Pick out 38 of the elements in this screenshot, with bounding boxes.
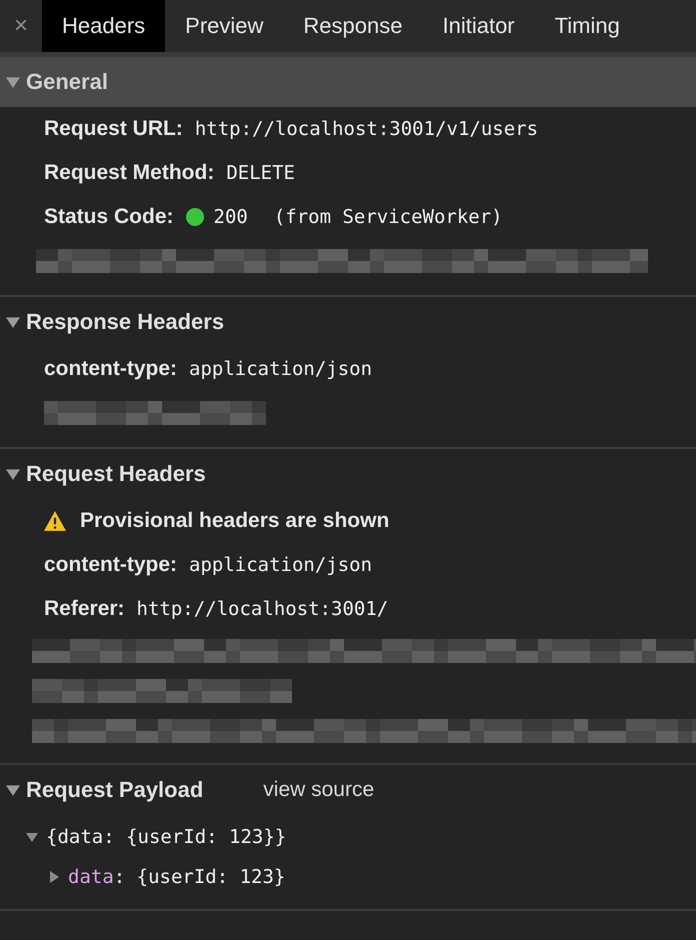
tab[interactable]: Initiator [422,0,535,52]
payload-value: : {userId: 123} [114,866,286,888]
header-name: Status Code: [44,205,174,229]
header-name: content-type: [44,357,177,381]
section-title: Request Headers [26,461,206,487]
warning-icon [44,511,66,531]
disclosure-triangle-icon [6,783,20,797]
warning-text: Provisional headers are shown [80,509,390,533]
section-header[interactable]: General [0,57,696,107]
payload-object: {data: {userId: 123}} [46,826,286,848]
status-code: 200 [214,206,248,228]
header-name: content-type: [44,553,177,577]
section-title: Request Payload [26,777,204,803]
tab[interactable]: Response [283,0,422,52]
tab[interactable]: Preview [165,0,284,52]
section-header[interactable]: Request Headers [0,449,696,499]
disclosure-triangle-icon[interactable] [26,831,38,843]
header-name: Request URL: [44,117,183,141]
tab[interactable]: Timing [534,0,640,52]
header-name: Referer: [44,597,125,621]
section-title: Response Headers [26,309,224,335]
status-note: (from ServiceWorker) [274,206,503,228]
tab[interactable]: Headers [42,0,166,52]
disclosure-triangle-icon [6,467,20,481]
header-value: DELETE [226,162,295,184]
header-value: http://localhost:3001/ [136,598,388,620]
section-header[interactable]: Response Headers [0,297,696,347]
header-value: http://localhost:3001/v1/users [194,118,538,140]
header-name: Request Method: [44,161,214,185]
disclosure-triangle-icon [6,315,20,329]
header-value: application/json [189,358,372,380]
header-value: application/json [189,554,372,576]
disclosure-triangle-icon [6,75,20,89]
view-source-link[interactable]: view source [263,778,374,802]
section-header[interactable]: Request Payload view source [0,765,696,815]
payload-key: data [68,866,114,888]
section-title: General [26,69,108,95]
disclosure-triangle-icon[interactable] [48,871,60,883]
